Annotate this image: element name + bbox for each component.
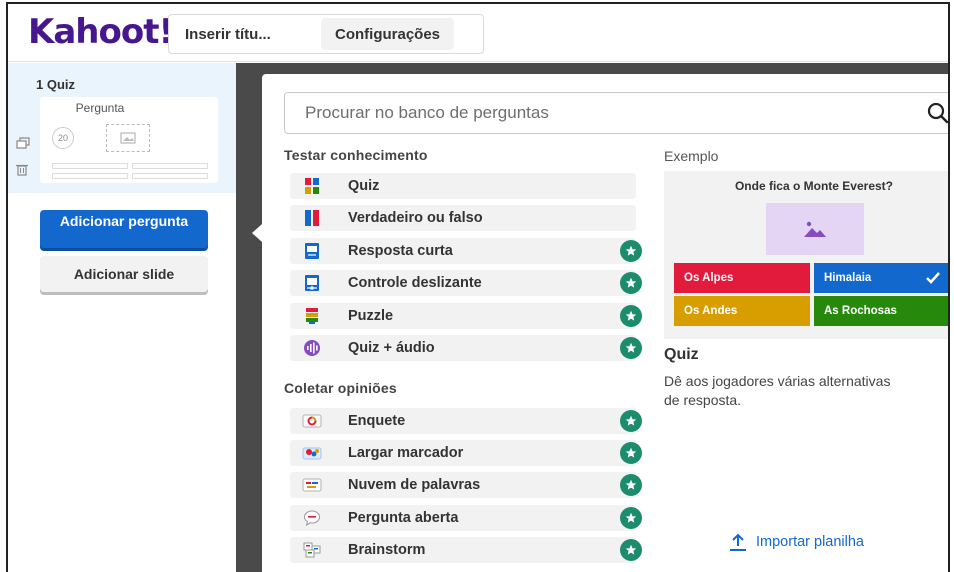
qtype-label: Verdadeiro ou falso <box>348 210 483 226</box>
duplicate-icon[interactable] <box>16 137 30 149</box>
timer-icon: 20 <box>52 127 74 149</box>
add-question-button[interactable]: Adicionar pergunta <box>40 210 208 248</box>
example-answer-green: As Rochosas <box>814 296 948 326</box>
trash-icon[interactable] <box>16 163 30 176</box>
example-type-name: Quiz <box>664 346 699 363</box>
qtype-label: Pergunta aberta <box>348 510 459 526</box>
import-label: Importar planilha <box>756 534 864 550</box>
qtype-label: Puzzle <box>348 308 394 324</box>
title-group: Inserir títu... Configurações <box>168 14 484 54</box>
short-answer-icon <box>302 242 322 260</box>
qtype-puzzle[interactable]: Puzzle <box>290 303 642 329</box>
section-title-test: Testar conhecimento <box>284 147 428 163</box>
qtype-drop-pin[interactable]: Largar marcador <box>290 440 642 466</box>
question-type-panel: Testar conhecimento Quiz Verdadeiro ou f… <box>262 74 949 572</box>
answer-text: Os Andes <box>684 305 738 317</box>
qtype-label: Quiz + áudio <box>348 340 435 356</box>
qtype-true-false[interactable]: Verdadeiro ou falso <box>290 205 636 231</box>
qtype-open-ended[interactable]: Pergunta aberta <box>290 505 642 531</box>
app-frame: Kahoot! Inserir títu... Configurações 1 … <box>6 2 950 572</box>
image-icon <box>766 203 864 255</box>
slider-icon <box>302 274 322 292</box>
qtype-short-answer[interactable]: Resposta curta <box>290 238 642 264</box>
kahoot-logo[interactable]: Kahoot! <box>28 12 174 52</box>
qtype-label: Resposta curta <box>348 243 453 259</box>
search-icon[interactable] <box>927 102 949 124</box>
qtype-quiz[interactable]: Quiz <box>290 173 636 199</box>
example-question: Onde fica o Monte Everest? <box>734 179 894 193</box>
drop-pin-icon <box>302 444 322 462</box>
thumb-title: Pergunta <box>75 101 125 115</box>
qtype-label: Controle deslizante <box>348 275 482 291</box>
checkmark-icon <box>926 272 940 284</box>
qtype-quiz-audio[interactable]: Quiz + áudio <box>290 335 642 361</box>
premium-star-icon <box>620 337 642 359</box>
example-answer-blue: Himalaia <box>814 263 948 293</box>
premium-star-icon <box>620 539 642 561</box>
slide-thumbnail[interactable]: Pergunta 20 <box>40 97 218 183</box>
upload-icon <box>730 533 746 551</box>
example-answer-yellow: Os Andes <box>674 296 810 326</box>
search-box <box>284 92 949 134</box>
slide-number-label: 1 Quiz <box>36 77 76 92</box>
image-placeholder-icon <box>106 124 150 152</box>
qtype-poll[interactable]: Enquete <box>290 408 642 434</box>
example-heading: Exemplo <box>664 148 719 164</box>
slide-item[interactable]: 1 Quiz Pergunta 20 <box>8 63 236 193</box>
brainstorm-icon <box>302 541 322 559</box>
answer-placeholder <box>52 173 128 179</box>
qtype-label: Enquete <box>348 413 406 429</box>
open-ended-icon <box>302 509 322 527</box>
answer-placeholder <box>132 173 208 179</box>
qtype-label: Quiz <box>348 178 380 194</box>
qtype-word-cloud[interactable]: Nuvem de palavras <box>290 472 642 498</box>
premium-star-icon <box>620 272 642 294</box>
add-slide-button[interactable]: Adicionar slide <box>40 256 208 292</box>
qtype-brainstorm[interactable]: Brainstorm <box>290 537 642 563</box>
section-title-opinion: Coletar opiniões <box>284 380 397 396</box>
premium-star-icon <box>620 442 642 464</box>
poll-icon <box>302 412 322 430</box>
audio-icon <box>302 339 322 357</box>
answer-text: Himalaia <box>824 272 872 284</box>
answer-placeholder <box>52 163 128 169</box>
settings-button[interactable]: Configurações <box>321 18 455 50</box>
title-input[interactable]: Inserir títu... <box>169 26 319 43</box>
search-input[interactable] <box>305 93 905 133</box>
puzzle-icon <box>302 307 322 325</box>
slides-sidebar: 1 Quiz Pergunta 20 Adicionar pergunta Ad… <box>8 63 236 572</box>
premium-star-icon <box>620 305 642 327</box>
premium-star-icon <box>620 410 642 432</box>
quiz-icon <box>302 177 322 195</box>
example-card: Onde fica o Monte Everest? Os Alpes Hima… <box>664 171 948 339</box>
example-description: Dê aos jogadores várias alternativas de … <box>664 373 891 408</box>
word-cloud-icon <box>302 476 322 494</box>
qtype-label: Nuvem de palavras <box>348 477 481 493</box>
qtype-slider[interactable]: Controle deslizante <box>290 270 642 296</box>
panel-pointer <box>252 224 262 242</box>
import-spreadsheet-link[interactable]: Importar planilha <box>728 532 864 552</box>
example-answer-red: Os Alpes <box>674 263 810 293</box>
true-false-icon <box>302 209 322 227</box>
answer-text: Os Alpes <box>684 272 734 284</box>
premium-star-icon <box>620 474 642 496</box>
answer-text: As Rochosas <box>824 305 897 317</box>
top-bar: Kahoot! Inserir títu... Configurações <box>8 4 948 62</box>
premium-star-icon <box>620 507 642 529</box>
qtype-label: Brainstorm <box>348 542 426 558</box>
qtype-label: Largar marcador <box>348 445 464 461</box>
premium-star-icon <box>620 240 642 262</box>
answer-placeholder <box>132 163 208 169</box>
